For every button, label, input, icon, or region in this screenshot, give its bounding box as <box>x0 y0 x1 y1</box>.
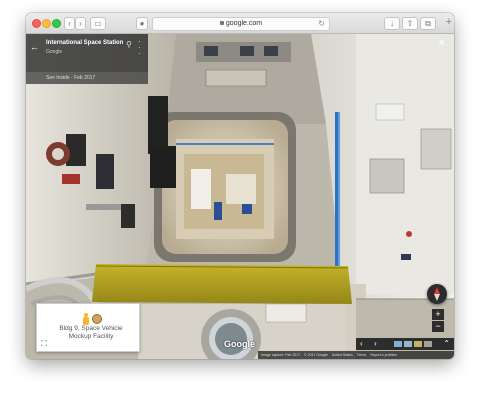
compass-icon[interactable] <box>427 284 447 304</box>
report-problem-link[interactable]: Report a problem <box>370 353 397 357</box>
address-bar[interactable]: google.com ↻ <box>152 17 330 31</box>
close-window-button[interactable] <box>32 19 41 28</box>
pegman-icon[interactable] <box>82 313 90 325</box>
photo-filmstrip[interactable]: ‹ › ⌃ <box>356 338 454 350</box>
tabs-button[interactable]: ⧉ <box>420 17 436 30</box>
place-subtitle: Google <box>46 49 63 55</box>
more-options-icon[interactable]: · · · <box>138 38 141 58</box>
country-link[interactable]: United States <box>332 353 353 357</box>
shield-icon[interactable]: ● <box>136 17 148 30</box>
back-arrow-icon[interactable]: ← <box>30 42 39 52</box>
filmstrip-thumbnail[interactable] <box>394 341 402 347</box>
google-logo: Google <box>224 339 255 349</box>
browser-window: ‹ › ▭ ● google.com ↻ ↓ ⇧ ⧉ + ← Internati… <box>26 13 454 359</box>
place-header-card: ← International Space Station Google ⚲ ·… <box>26 34 148 72</box>
map-footer: Image capture: Feb 2017 © 2017 Google Un… <box>258 351 454 359</box>
back-button[interactable]: ‹ <box>64 17 75 30</box>
terms-link[interactable]: Terms <box>357 353 367 357</box>
minimap-location-text: Bldg 9, Space Vehicle Mockup Facility <box>47 325 135 341</box>
filmstrip-expand-icon[interactable]: ⌃ <box>443 338 450 350</box>
forward-button[interactable]: › <box>75 17 86 30</box>
url-text: google.com <box>225 20 263 27</box>
filmstrip-prev-icon[interactable]: ‹ <box>360 339 363 349</box>
reload-icon[interactable]: ↻ <box>318 18 325 30</box>
location-pin-icon[interactable]: ⚲ <box>126 40 132 49</box>
zoom-out-button[interactable]: − <box>432 321 444 332</box>
minimap-line-1: Bldg 9, Space Vehicle <box>59 325 123 332</box>
see-inside-date[interactable]: See Inside · Feb 2017 <box>26 72 148 84</box>
zoom-window-button[interactable] <box>52 19 61 28</box>
zoom-in-button[interactable]: + <box>432 309 444 320</box>
share-button[interactable]: ⇧ <box>402 17 418 30</box>
filmstrip-thumbnail[interactable] <box>414 341 422 347</box>
filmstrip-thumbnail[interactable] <box>424 341 432 347</box>
copyright-text: © 2017 Google <box>304 353 328 357</box>
filmstrip-thumbnail[interactable] <box>404 341 412 347</box>
minimap-card[interactable]: Bldg 9, Space Vehicle Mockup Facility ⛶ <box>36 303 140 352</box>
minimap-line-2: Mockup Facility <box>68 333 114 340</box>
minimize-window-button[interactable] <box>42 19 51 28</box>
close-icon[interactable]: ✕ <box>438 38 446 49</box>
download-button[interactable]: ↓ <box>384 17 400 30</box>
building-marker-icon <box>92 314 102 324</box>
image-capture-date: Image capture: Feb 2017 <box>261 353 301 357</box>
expand-icon[interactable]: ⛶ <box>41 339 47 349</box>
place-title: International Space Station <box>46 40 124 46</box>
filmstrip-next-icon[interactable]: › <box>374 339 377 349</box>
new-tab-button[interactable]: + <box>446 15 452 29</box>
browser-toolbar: ‹ › ▭ ● google.com ↻ ↓ ⇧ ⧉ + <box>26 13 454 34</box>
street-view-panorama[interactable]: ← International Space Station Google ⚲ ·… <box>26 34 454 359</box>
lock-icon <box>219 21 224 25</box>
sidebar-button[interactable]: ▭ <box>90 17 106 30</box>
